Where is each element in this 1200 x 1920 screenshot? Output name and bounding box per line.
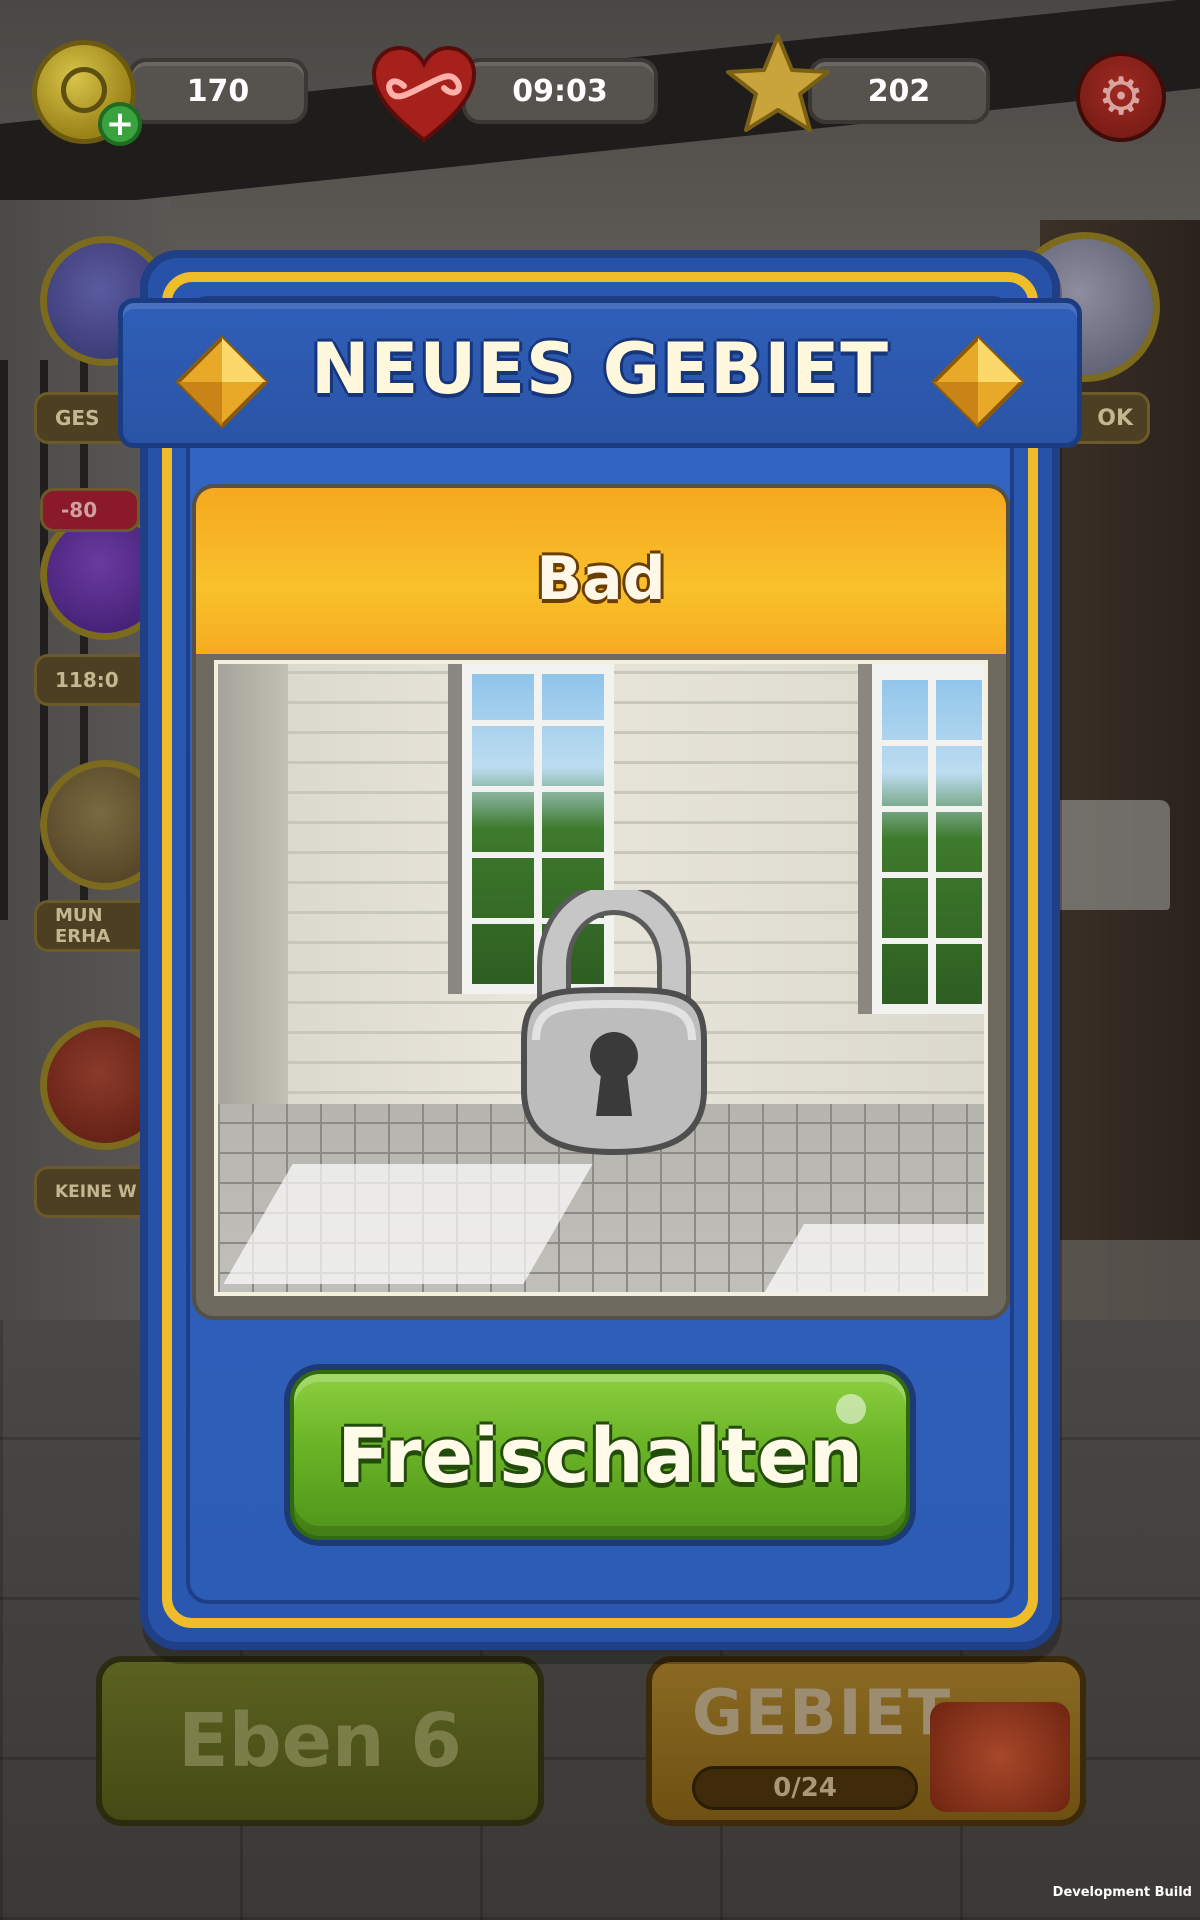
plus-icon[interactable]: + bbox=[98, 102, 142, 146]
build-label: Development Build bbox=[1052, 1885, 1192, 1900]
unlock-label: Freischalten bbox=[337, 1410, 863, 1500]
lives-timer[interactable]: 09:03 bbox=[462, 58, 658, 124]
dialog-banner: NEUES GEBIET bbox=[118, 290, 1082, 470]
coin-count: 170 bbox=[186, 73, 250, 109]
room-preview-image bbox=[214, 660, 988, 1296]
star-icon bbox=[726, 34, 830, 132]
room-name: Bad bbox=[536, 544, 666, 614]
level-label: Eben 6 bbox=[178, 1698, 462, 1784]
unlock-button-face[interactable]: Freischalten bbox=[290, 1370, 910, 1540]
lives-timer-text: 09:03 bbox=[512, 73, 608, 109]
room-card: Bad bbox=[192, 484, 1010, 1320]
star-counter[interactable]: 202 bbox=[808, 58, 990, 124]
padlock-icon bbox=[521, 890, 707, 1156]
table-lamp bbox=[1050, 800, 1170, 910]
diamond-gem-icon bbox=[931, 335, 1025, 429]
area-progress-bar: 0/24 bbox=[692, 1766, 918, 1810]
infinity-heart-icon[interactable] bbox=[370, 44, 478, 144]
side-label-2: 118:0 bbox=[34, 654, 152, 706]
diamond-gem-icon bbox=[175, 335, 269, 429]
crown-chest-icon bbox=[930, 1702, 1070, 1812]
area-button[interactable]: GEBIET 0/24 bbox=[646, 1656, 1086, 1826]
unlock-button[interactable]: Freischalten bbox=[284, 1364, 916, 1546]
area-progress-text: 0/24 bbox=[773, 1773, 837, 1803]
side-badge: -80 bbox=[40, 488, 140, 532]
room-header: Bad bbox=[196, 488, 1006, 654]
shine-highlight bbox=[836, 1394, 866, 1424]
coin-counter[interactable]: 170 bbox=[128, 58, 308, 124]
side-wall bbox=[218, 664, 288, 1124]
star-count: 202 bbox=[867, 73, 931, 109]
gear-icon: ⚙ bbox=[1097, 67, 1145, 127]
area-title: GEBIET bbox=[692, 1676, 953, 1749]
settings-button[interactable]: ⚙ bbox=[1076, 52, 1166, 142]
level-button[interactable]: Eben 6 bbox=[96, 1656, 544, 1826]
window-right bbox=[872, 664, 984, 1014]
